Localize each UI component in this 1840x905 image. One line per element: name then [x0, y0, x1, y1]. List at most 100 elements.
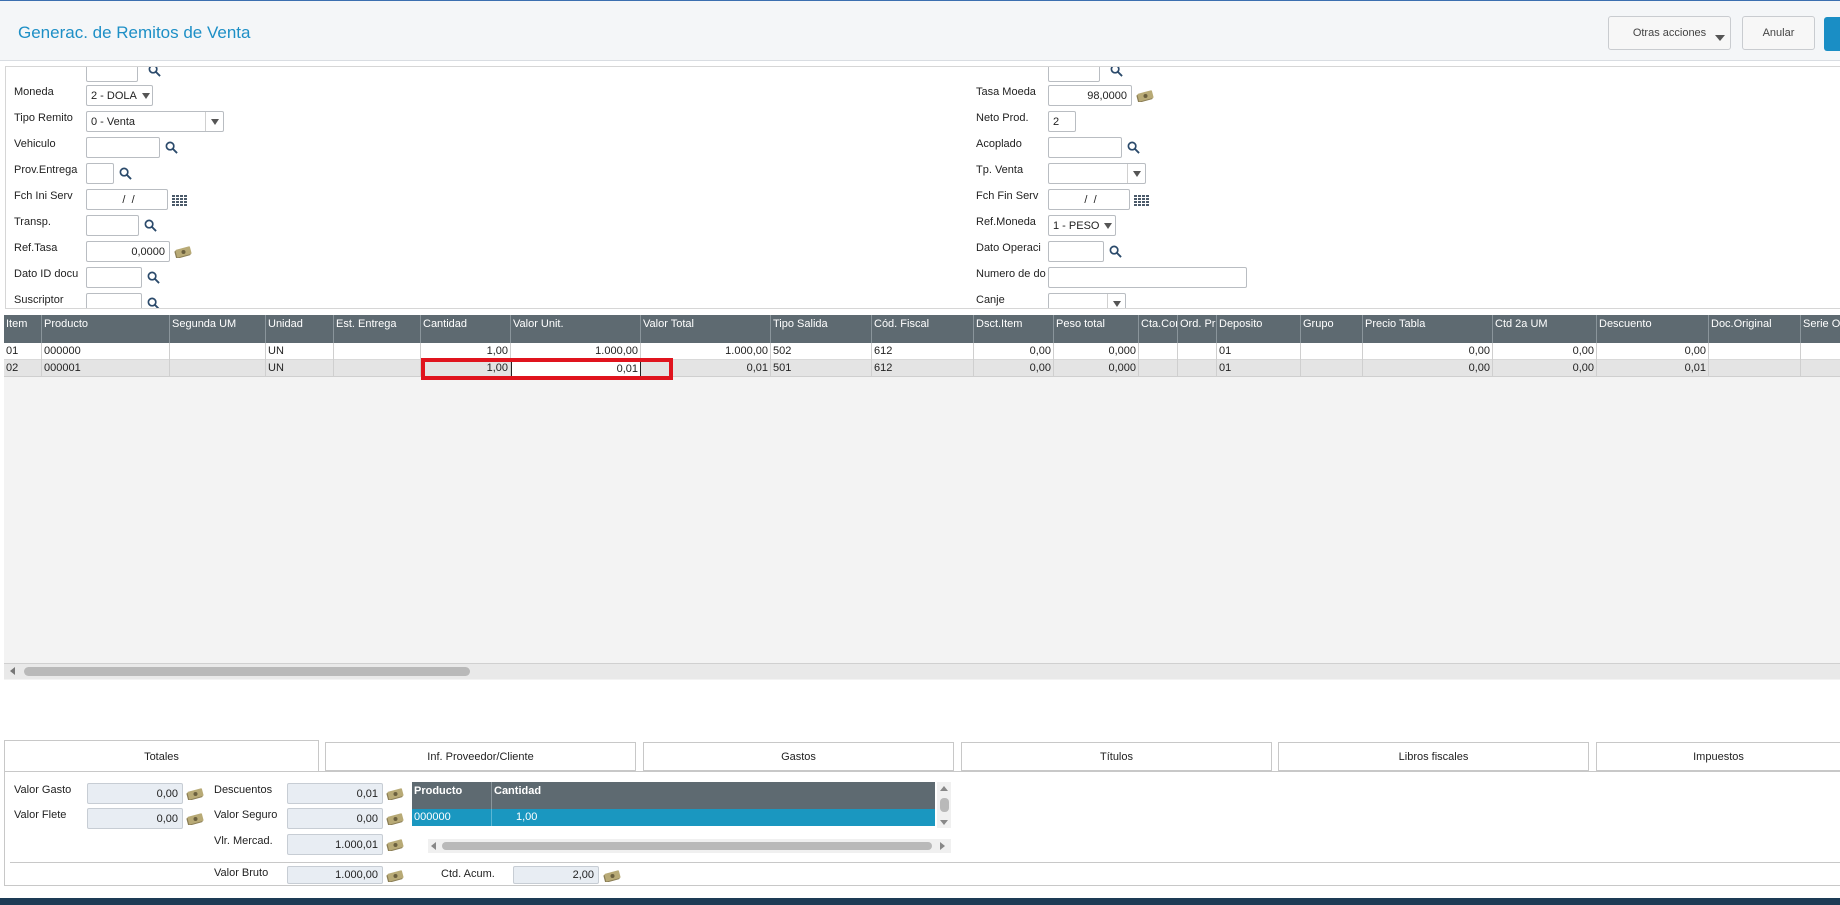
search-icon[interactable] — [1127, 141, 1140, 154]
carrier-field[interactable] — [86, 215, 139, 236]
service-start-date-field[interactable]: / / — [86, 189, 168, 210]
search-icon[interactable] — [144, 219, 157, 232]
col-header[interactable]: Descuento — [1597, 315, 1709, 343]
money-icon[interactable] — [174, 246, 192, 258]
seller-2-field[interactable] — [1048, 67, 1100, 82]
search-icon[interactable] — [147, 297, 160, 309]
table-cell[interactable]: 0,000 — [1054, 360, 1139, 377]
table-row[interactable]: 01 000000 UN 1,00 1.000,00 1.000,00 502 … — [4, 343, 1840, 360]
ref-currency-select[interactable]: 1 - PESO — [1048, 215, 1116, 236]
table-cell[interactable]: 501 — [771, 360, 872, 377]
scroll-left-icon[interactable] — [431, 842, 436, 850]
table-cell[interactable]: 01 — [1217, 360, 1301, 377]
seller-field[interactable] — [86, 67, 138, 82]
col-header[interactable]: Dsct.Item — [974, 315, 1054, 343]
grid-horizontal-scrollbar[interactable] — [4, 663, 1840, 679]
ctd-acum-field[interactable]: 2,00 — [513, 866, 599, 884]
vlr-mercad-field[interactable]: 1.000,01 — [287, 834, 383, 855]
col-header[interactable]: Cód. Fiscal — [872, 315, 974, 343]
doc-id-field[interactable] — [86, 267, 142, 288]
col-header[interactable]: Unidad — [266, 315, 334, 343]
currency-select[interactable]: 2 - DOLA — [86, 85, 153, 106]
search-icon[interactable] — [147, 271, 160, 284]
table-row[interactable]: 02 000001 UN 1,00 0,01 0,01 501 612 0,00… — [4, 360, 1840, 377]
delivery-provider-field[interactable] — [86, 163, 114, 184]
scroll-thumb[interactable] — [940, 798, 949, 812]
sale-type-select[interactable] — [1048, 163, 1146, 184]
tab-libros-fiscales[interactable]: Libros fiscales — [1278, 742, 1589, 771]
trailer-field[interactable] — [1048, 137, 1122, 158]
table-cell[interactable]: 0,00 — [974, 343, 1054, 360]
descuentos-field[interactable]: 0,01 — [287, 783, 383, 804]
cancel-button[interactable]: Anular — [1742, 16, 1815, 50]
money-icon[interactable] — [386, 870, 404, 882]
table-cell[interactable]: 0,00 — [1363, 360, 1493, 377]
money-icon[interactable] — [1136, 90, 1154, 102]
valor-bruto-field[interactable]: 1.000,00 — [287, 866, 383, 884]
tab-gastos[interactable]: Gastos — [643, 742, 954, 771]
col-header[interactable]: Ctd 2a UM — [1493, 315, 1597, 343]
search-icon[interactable] — [165, 141, 178, 154]
table-cell[interactable] — [1301, 343, 1363, 360]
search-icon[interactable] — [119, 167, 132, 180]
col-header[interactable]: Segunda UM — [170, 315, 266, 343]
col-header[interactable]: Item — [4, 315, 42, 343]
table-cell[interactable] — [170, 360, 266, 377]
table-cell[interactable] — [1301, 360, 1363, 377]
table-cell[interactable]: 0,00 — [1597, 343, 1709, 360]
table-cell[interactable]: 02 — [4, 360, 42, 377]
table-row[interactable]: 000000 1,00 — [412, 809, 935, 826]
table-cell[interactable]: 0,00 — [974, 360, 1054, 377]
table-cell[interactable]: 0,00 — [1493, 360, 1597, 377]
table-cell[interactable] — [1178, 360, 1217, 377]
table-cell[interactable]: 01 — [1217, 343, 1301, 360]
col-header[interactable]: Est. Entrega — [334, 315, 421, 343]
table-cell[interactable]: 1,00 — [516, 811, 537, 823]
table-cell[interactable]: 612 — [872, 343, 974, 360]
exchange-select[interactable] — [1048, 293, 1126, 308]
remito-type-select[interactable]: 0 - Venta — [86, 111, 224, 132]
accum-grid-horizontal-scrollbar[interactable] — [428, 839, 951, 853]
col-header[interactable]: Deposito — [1217, 315, 1301, 343]
col-header[interactable]: Precio Tabla — [1363, 315, 1493, 343]
table-cell[interactable]: 0,000 — [1054, 343, 1139, 360]
table-cell[interactable]: UN — [266, 343, 334, 360]
col-header[interactable]: Peso total — [1054, 315, 1139, 343]
table-cell[interactable] — [1709, 360, 1801, 377]
search-icon[interactable] — [148, 66, 161, 77]
col-header[interactable]: Producto — [414, 785, 462, 797]
table-cell[interactable] — [1139, 343, 1178, 360]
table-cell[interactable]: 502 — [771, 343, 872, 360]
col-header[interactable]: Tipo Salida — [771, 315, 872, 343]
col-header[interactable]: Ord. Pr — [1178, 315, 1217, 343]
table-cell[interactable] — [334, 360, 421, 377]
other-actions-button[interactable]: Otras acciones — [1608, 16, 1731, 50]
scroll-thumb[interactable] — [442, 842, 932, 850]
col-header[interactable]: Valor Total — [641, 315, 771, 343]
scroll-down-icon[interactable] — [940, 820, 948, 825]
money-icon[interactable] — [386, 813, 404, 825]
calendar-icon[interactable] — [1134, 195, 1149, 207]
doc-number-field[interactable] — [1048, 267, 1247, 288]
table-cell[interactable] — [1801, 343, 1840, 360]
table-cell[interactable]: 0,00 — [1493, 343, 1597, 360]
table-cell[interactable]: 612 — [872, 360, 974, 377]
table-cell[interactable]: 000001 — [42, 360, 170, 377]
col-header[interactable]: Valor Unit. — [511, 315, 641, 343]
scroll-up-icon[interactable] — [940, 786, 948, 791]
net-prod-field[interactable]: 2 — [1048, 111, 1076, 132]
tab-proveedor-cliente[interactable]: Inf. Proveedor/Cliente — [325, 742, 636, 771]
service-end-date-field[interactable]: / / — [1048, 189, 1130, 210]
money-icon[interactable] — [386, 839, 404, 851]
valor-gasto-field[interactable]: 0,00 — [87, 783, 183, 804]
col-header[interactable]: Producto — [42, 315, 170, 343]
confirm-button[interactable] — [1824, 17, 1840, 51]
table-cell[interactable]: 0,01 — [1597, 360, 1709, 377]
calendar-icon[interactable] — [172, 195, 187, 207]
scroll-thumb[interactable] — [24, 667, 470, 676]
table-cell[interactable] — [1139, 360, 1178, 377]
vehicle-field[interactable] — [86, 137, 160, 158]
accum-grid-vertical-scrollbar[interactable] — [937, 782, 951, 828]
col-header[interactable]: Grupo — [1301, 315, 1363, 343]
table-cell[interactable] — [1178, 343, 1217, 360]
